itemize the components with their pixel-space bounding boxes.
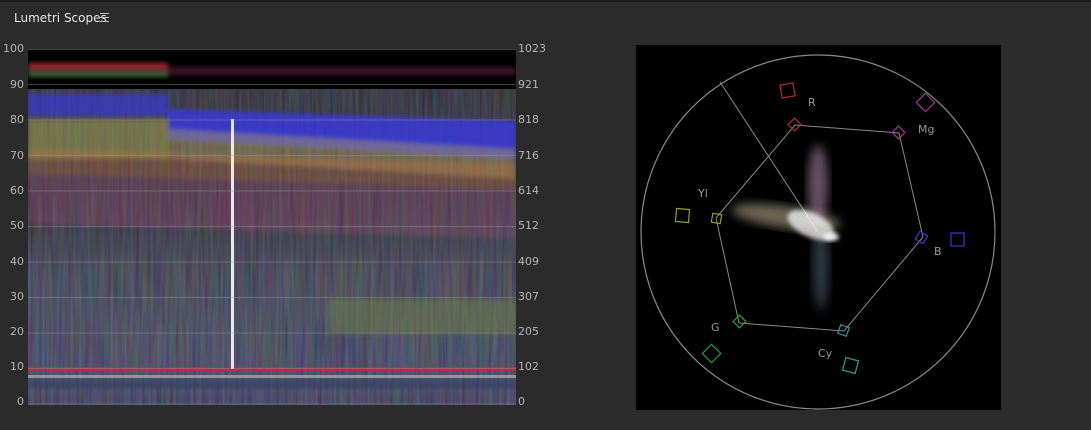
vectorscope-label-b: B	[934, 245, 942, 258]
panel-title[interactable]: Lumetri Scopes	[14, 11, 107, 25]
scale-label: 409	[518, 255, 539, 268]
scale-label: 10	[10, 360, 24, 373]
panel-tab-bar: Lumetri Scopes	[0, 2, 1091, 38]
hamburger-menu-icon[interactable]	[100, 13, 109, 22]
waveform-scope[interactable]	[28, 49, 516, 405]
lumetri-scopes-panel: Lumetri Scopes 100 90 80 70 60 50 40 30 …	[0, 0, 1091, 430]
vectorscope-label-r: R	[808, 96, 816, 109]
vectorscope-label-yl: Yl	[697, 187, 708, 200]
waveform-trace-floor	[28, 379, 516, 389]
scale-label: 716	[518, 149, 539, 162]
vectorscope-label-cy: Cy	[818, 347, 833, 360]
scale-label: 80	[10, 113, 24, 126]
vectorscope[interactable]: R Mg B Cy G Yl	[636, 45, 1001, 410]
scale-label: 30	[10, 290, 24, 303]
waveform-trace-red-line	[28, 367, 516, 371]
vectorscope-label-g: G	[711, 321, 720, 334]
vectorscope-label-mg: Mg	[918, 123, 934, 136]
scale-label: 90	[10, 78, 24, 91]
scale-label: 20	[10, 325, 24, 338]
scale-label: 102	[518, 360, 539, 373]
scale-label: 818	[518, 113, 539, 126]
scale-label: 50	[10, 219, 24, 232]
scale-label: 70	[10, 149, 24, 162]
scale-label: 40	[10, 255, 24, 268]
scale-label: 614	[518, 184, 539, 197]
scale-label: 0	[17, 395, 24, 408]
waveform-trace-vertical-stroke	[231, 119, 234, 369]
scale-label: 921	[518, 78, 539, 91]
scale-label: 0	[518, 395, 525, 408]
panel-bottom-edge	[0, 426, 1091, 430]
scale-label: 60	[10, 184, 24, 197]
waveform-trace-white-line	[28, 375, 516, 378]
scale-label: 307	[518, 290, 539, 303]
scale-label: 100	[3, 42, 24, 55]
scale-label: 512	[518, 219, 539, 232]
scale-label: 205	[518, 325, 539, 338]
scale-label: 1023	[518, 42, 546, 55]
